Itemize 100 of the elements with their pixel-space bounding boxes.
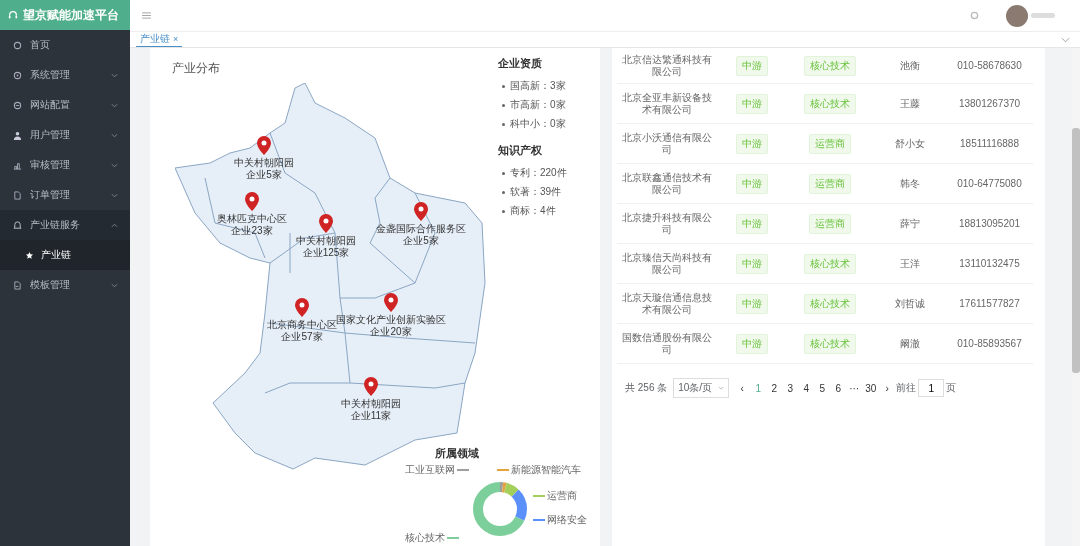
chevron-down-icon [111,192,118,198]
stat-text: 商标：4件 [510,204,556,218]
app-title: 望京赋能加速平台 [23,6,119,24]
stat-text: 国高新：3家 [510,79,566,93]
table-cell-text: 国数信通股份有限公司 [621,330,713,357]
close-button[interactable]: × [173,34,179,44]
stat-text: 科中小：0家 [510,117,566,131]
page-button[interactable]: ··· [847,382,862,394]
page-button[interactable]: 5 [815,382,830,394]
bullet-icon [502,209,505,213]
bullet-icon [502,122,505,126]
menu-item[interactable]: 首页 [0,30,130,60]
chevron-down-icon [111,102,118,108]
tag: 中游 [736,55,768,76]
map-pin-icon [295,298,309,317]
page-unit: 页 [946,381,957,395]
legend-label: 新能源智能汽车 [511,463,581,477]
map-label: 北京商务中心区 [267,319,337,331]
chevron-up-icon [111,222,118,228]
chart-icon [13,160,22,170]
table-cell-text: 010-58678630 [956,58,1023,73]
table-cell-text: 刘哲诚 [893,296,926,311]
table-cell-text: 北京小沃通信有限公司 [621,130,713,157]
legend-label: 网络安全 [547,513,587,527]
map-pin-icon [364,377,378,396]
stat-text: 专利：220件 [510,166,567,180]
section-heading: 企业资质 [498,56,543,71]
table-cell-text: 010-64775080 [956,176,1023,191]
tag: 中游 [736,133,768,154]
page-button[interactable]: 6 [831,382,846,394]
stat-text: 市高新：0家 [510,98,566,112]
chevron-down-icon [111,282,118,288]
table-cell-text: 北京捷升科技有限公司 [621,210,713,237]
menu-item[interactable]: 订单管理 [0,180,130,210]
submenu-item[interactable]: 产业链 [0,240,130,270]
tag: 运营商 [808,133,851,154]
page-button[interactable]: 2 [767,382,782,394]
scrollbar-thumb[interactable] [1072,128,1080,373]
menu-item[interactable]: 用户管理 [0,120,130,150]
bullet-icon [502,190,505,194]
page-input[interactable]: 1 [918,379,945,397]
map-label: 国家文化产业创新实验区 [336,314,446,325]
page-size-select[interactable]: 10条/页 [673,378,730,398]
page-button[interactable]: 4 [799,382,814,394]
prev-page-button[interactable]: ‹ [735,382,750,394]
menu-item[interactable]: 系统管理 [0,60,130,90]
tag: 中游 [736,333,768,354]
map-pin-icon [257,136,271,155]
chevron-down-icon [718,386,725,390]
page-button[interactable]: 30 [863,382,879,394]
map-label: 企业5家 [403,235,439,247]
tag: 中游 [736,293,768,314]
tag: 中游 [736,93,768,114]
tab[interactable]: 产业链 × [136,32,183,47]
tag: 运营商 [808,213,851,234]
chevron-down-icon [111,132,118,138]
circle-icon [13,100,22,110]
tag: 中游 [736,253,768,274]
map-label: 中关村朝阳园 [296,235,356,247]
table-cell-text: 北京臻信天尚科技有限公司 [621,250,713,277]
table-cell-text: 王洋 [898,256,921,271]
next-page-button[interactable]: › [880,382,895,394]
map-label: 中关村朝阳园 [341,398,401,410]
tag: 核心技术 [803,55,856,76]
map-label: 中关村朝阳园 [234,157,294,169]
bullet-icon [502,103,505,107]
bell-icon [13,220,22,230]
bullet-icon [502,84,505,88]
menu-item[interactable]: 模板管理 [0,270,130,300]
tag: 核心技术 [803,253,856,274]
legend-label: 运营商 [547,489,577,503]
map-label: 企业5家 [246,169,282,181]
table-cell-text: 北京联鑫通信技术有限公司 [621,170,713,197]
document-icon [13,280,22,290]
tag: 核心技术 [803,93,856,114]
redacted-bar [1031,13,1055,18]
map-pin-icon [414,202,428,221]
page-button[interactable]: 3 [783,382,798,394]
menu-item[interactable]: 审核管理 [0,150,130,180]
avatar[interactable] [1006,4,1028,27]
map-label: 企业125家 [302,247,350,259]
headset-icon [8,10,18,20]
tag: 核心技术 [803,333,856,354]
table-cell-text: 韩冬 [898,176,921,191]
menu-item[interactable]: 网站配置 [0,90,130,120]
donut-chart-drawing [470,479,530,539]
table-cell-text: 17611577827 [958,296,1021,311]
map-pin-icon [319,214,333,233]
goto-label: 前往 [896,381,917,395]
map-label: 企业11家 [350,410,392,422]
table-cell-text: 王藤 [898,96,921,111]
chevron-down-icon[interactable] [1061,36,1070,43]
menu-item[interactable]: 产业链服务 [0,210,130,240]
table-cell-text: 010-85893567 [956,336,1023,351]
table-cell-text: 北京全亚丰新设备技术有限公司 [621,90,713,117]
user-icon [13,130,22,140]
table-cell-text: 北京天璇信通信息技术有限公司 [621,290,713,317]
tag: 运营商 [808,173,851,194]
map-label: 金盏国际合作服务区 [376,223,466,235]
menu-icon[interactable] [142,12,151,19]
